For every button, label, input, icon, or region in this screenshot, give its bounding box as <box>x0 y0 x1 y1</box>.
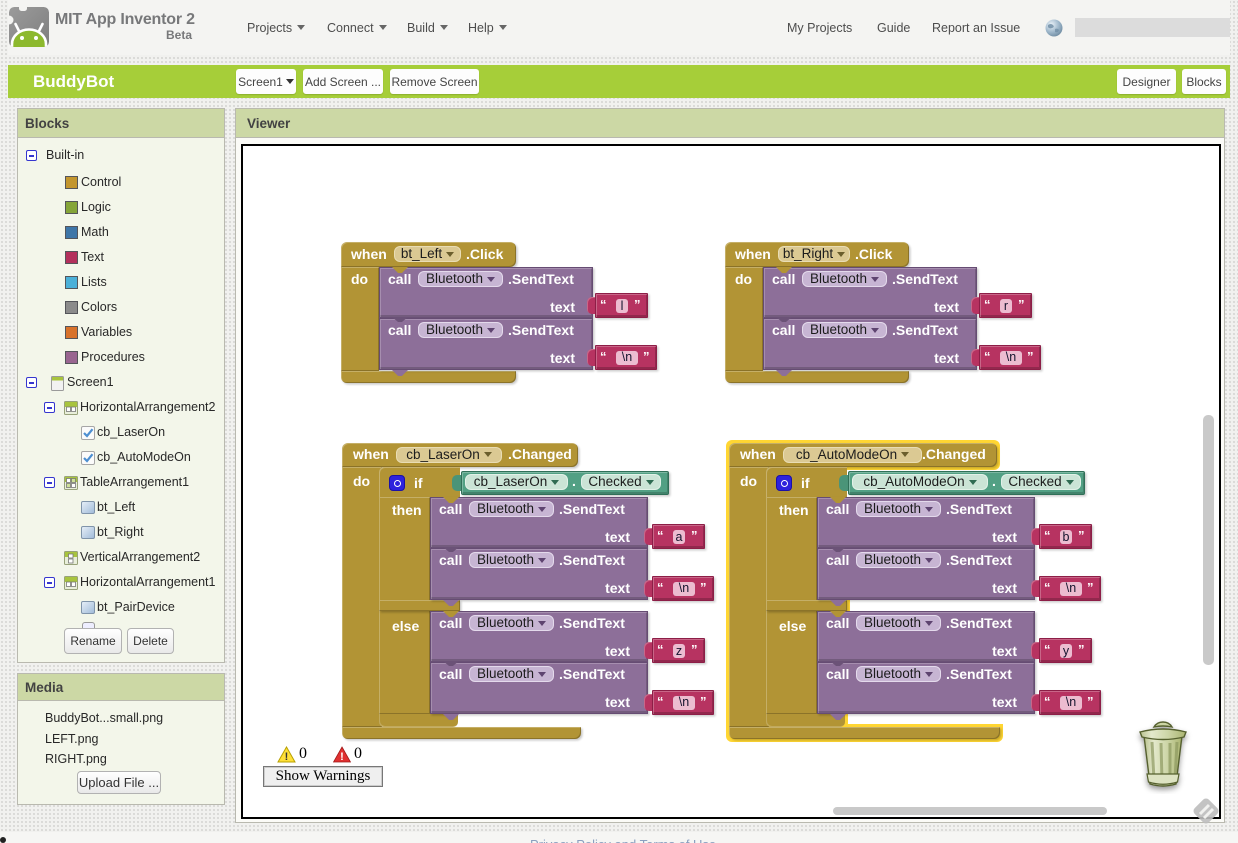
svg-text:!: ! <box>340 751 344 763</box>
svg-text:!: ! <box>285 751 289 763</box>
